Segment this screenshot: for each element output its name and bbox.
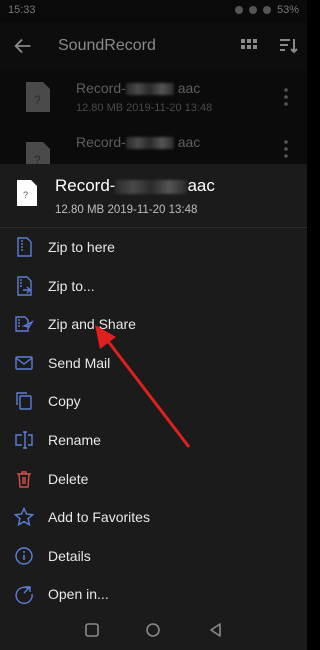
menu-item-send-mail[interactable]: Send Mail <box>0 344 307 383</box>
menu-item-delete[interactable]: Delete <box>0 460 307 499</box>
menu-item-add-to-favorites[interactable]: Add to Favorites <box>0 498 307 537</box>
menu-item-zip-and-share[interactable]: Zip and Share <box>0 305 307 344</box>
menu-item-open-in[interactable]: Open in... <box>0 575 307 614</box>
signal-icon <box>262 6 271 14</box>
app-bar: SoundRecord <box>0 22 307 70</box>
recents-icon[interactable] <box>84 622 100 638</box>
grid-view-icon[interactable] <box>240 37 258 55</box>
delete-icon <box>17 470 31 488</box>
context-menu-sheet: ? Record-aac 12.80 MB 2019-11-20 13:48 Z… <box>0 164 307 610</box>
battery-level: 53% <box>276 4 299 16</box>
zip-icon <box>17 237 32 257</box>
redacted-text <box>125 137 174 150</box>
status-time: 15:33 <box>8 4 36 16</box>
mail-icon <box>15 356 33 370</box>
wifi-icon <box>248 6 257 14</box>
vibrate-icon <box>234 6 243 14</box>
copy-icon <box>16 392 32 411</box>
back-icon[interactable] <box>208 622 224 638</box>
file-name: Record- aac <box>76 134 201 150</box>
selected-file-meta: 12.80 MB 2019-11-20 13:48 <box>55 204 198 216</box>
menu-item-copy[interactable]: Copy <box>0 382 307 421</box>
home-icon[interactable] <box>145 622 161 638</box>
selected-file-name: Record-aac <box>55 176 215 195</box>
file-list: ? Record- aac 12.80 MB 2019-11-20 13:48 … <box>0 70 307 172</box>
zip-to-icon <box>17 275 32 296</box>
more-options-icon[interactable] <box>284 88 288 106</box>
app-title: SoundRecord <box>58 37 156 54</box>
sheet-header: ? Record-aac 12.80 MB 2019-11-20 13:48 <box>0 164 307 228</box>
zip-share-icon <box>15 316 34 332</box>
info-icon <box>15 547 33 565</box>
list-item[interactable]: ? Record- aac 12.80 MB 2019-11-20 13:48 <box>0 70 307 126</box>
sort-icon[interactable] <box>278 36 298 56</box>
open-in-icon <box>15 586 33 605</box>
navigation-bar <box>0 610 307 650</box>
file-name: Record- aac <box>76 80 201 96</box>
star-icon <box>14 507 34 527</box>
svg-text:?: ? <box>23 190 28 200</box>
redacted-text <box>125 83 174 96</box>
back-arrow-icon[interactable] <box>12 35 34 57</box>
file-icon: ? <box>17 180 37 206</box>
more-options-icon[interactable] <box>284 140 288 158</box>
status-bar: 15:33 53% <box>0 0 307 22</box>
file-icon: ? <box>26 82 50 112</box>
file-meta: 12.80 MB 2019-11-20 13:48 <box>76 102 213 114</box>
menu-item-zip-to-here[interactable]: Zip to here <box>0 228 307 267</box>
rename-icon <box>15 431 33 449</box>
menu-item-rename[interactable]: Rename <box>0 421 307 460</box>
redacted-text <box>115 179 188 194</box>
status-icons: 53% <box>234 4 299 16</box>
svg-text:?: ? <box>34 93 41 107</box>
menu-item-details[interactable]: Details <box>0 537 307 576</box>
action-menu: Zip to here Zip to... Zip and Share Send… <box>0 228 307 614</box>
menu-item-zip-to[interactable]: Zip to... <box>0 267 307 306</box>
